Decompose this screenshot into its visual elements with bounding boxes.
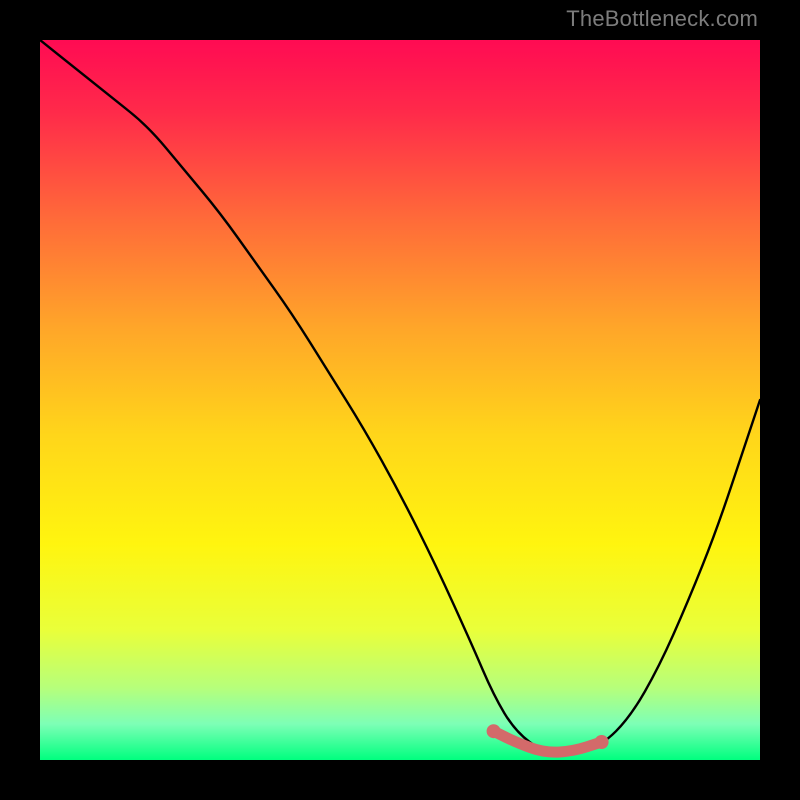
- watermark-text: TheBottleneck.com: [566, 6, 758, 32]
- chart-frame: TheBottleneck.com: [0, 0, 800, 800]
- plot-area: [40, 40, 760, 760]
- background-gradient: [40, 40, 760, 760]
